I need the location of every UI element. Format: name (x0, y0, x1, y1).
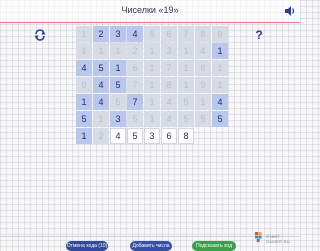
number-cell[interactable]: 4 (161, 111, 177, 127)
number-cell[interactable]: 1 (212, 43, 228, 59)
help-icon[interactable]: ? (253, 28, 265, 42)
number-cell[interactable]: 4 (127, 26, 143, 42)
number-cell[interactable]: 2 (93, 26, 109, 42)
number-cell[interactable]: 1 (76, 128, 92, 144)
number-cell[interactable]: 1 (93, 111, 109, 127)
number-cell[interactable]: 1 (144, 111, 160, 127)
speaker-icon[interactable] (284, 5, 296, 17)
number-cell[interactable]: 9 (212, 26, 228, 42)
number-cell[interactable]: 5 (195, 111, 211, 127)
number-cell[interactable]: 6 (127, 60, 143, 76)
number-cell[interactable]: 5 (110, 77, 126, 93)
number-cell[interactable]: 4 (76, 60, 92, 76)
number-cell[interactable]: 1 (144, 43, 160, 59)
number-cell[interactable]: 7 (161, 60, 177, 76)
number-cell[interactable]: 4 (195, 43, 211, 59)
number-cell[interactable]: 7 (127, 94, 143, 110)
number-cell[interactable]: 5 (144, 26, 160, 42)
number-cell[interactable]: 1 (195, 94, 211, 110)
number-cell[interactable]: 8 (195, 60, 211, 76)
number-cell[interactable]: 8 (195, 26, 211, 42)
number-cell[interactable]: 4 (161, 94, 177, 110)
number-cell[interactable]: 1 (212, 77, 228, 93)
number-cell[interactable]: 5 (93, 60, 109, 76)
number-cell[interactable]: 5 (110, 94, 126, 110)
number-cell[interactable]: 7 (127, 77, 143, 93)
number-cell[interactable]: 1 (110, 60, 126, 76)
number-cell[interactable]: 6 (161, 128, 177, 144)
hint-button[interactable]: Подсказать ход (192, 241, 236, 251)
number-cell[interactable]: 5 (76, 111, 92, 127)
number-cell[interactable]: 4 (93, 94, 109, 110)
number-cell[interactable]: 5 (178, 111, 194, 127)
number-cell[interactable]: 1 (178, 60, 194, 76)
number-cell[interactable]: 2 (93, 128, 109, 144)
number-cell[interactable]: 1 (110, 43, 126, 59)
number-cell[interactable]: 1 (93, 43, 109, 59)
number-cell[interactable]: 1 (76, 26, 92, 42)
top-bar: Чиселки «19» (0, 0, 300, 23)
number-cell[interactable]: 4 (212, 94, 228, 110)
number-cell[interactable]: 1 (212, 60, 228, 76)
undo-button[interactable]: Отмена хода (10) (66, 241, 108, 251)
number-cell[interactable]: 1 (144, 60, 160, 76)
number-cell[interactable]: 1 (178, 77, 194, 93)
number-cell[interactable]: 3 (161, 43, 177, 59)
number-cell[interactable]: 1 (178, 43, 194, 59)
number-cell[interactable]: 3 (110, 111, 126, 127)
number-cell[interactable]: 6 (161, 26, 177, 42)
number-cell[interactable]: 5 (212, 111, 228, 127)
number-cell[interactable]: 2 (127, 43, 143, 59)
number-cell[interactable]: 3 (144, 128, 160, 144)
number-cell[interactable]: 9 (76, 77, 92, 93)
brand-name: START GAMER.RU (266, 234, 290, 244)
number-cell[interactable]: 8 (178, 128, 194, 144)
number-cell[interactable]: 5 (127, 128, 143, 144)
number-cell[interactable]: 1 (76, 94, 92, 110)
number-cell[interactable]: 1 (144, 77, 160, 93)
page-title: Чиселки «19» (121, 5, 179, 15)
number-cell[interactable]: 3 (110, 26, 126, 42)
number-cell[interactable]: 4 (93, 77, 109, 93)
number-cell[interactable]: 1 (76, 43, 92, 59)
number-cell[interactable]: 5 (127, 111, 143, 127)
number-cell[interactable]: 4 (110, 128, 126, 144)
number-cell[interactable]: 9 (195, 77, 211, 93)
number-cell[interactable]: 8 (161, 77, 177, 93)
restart-icon[interactable] (33, 28, 47, 42)
number-cell[interactable]: 5 (178, 94, 194, 110)
number-cell[interactable]: 1 (144, 94, 160, 110)
number-cell[interactable]: 7 (178, 26, 194, 42)
add-numbers-button[interactable]: Добавить числа (130, 241, 172, 251)
